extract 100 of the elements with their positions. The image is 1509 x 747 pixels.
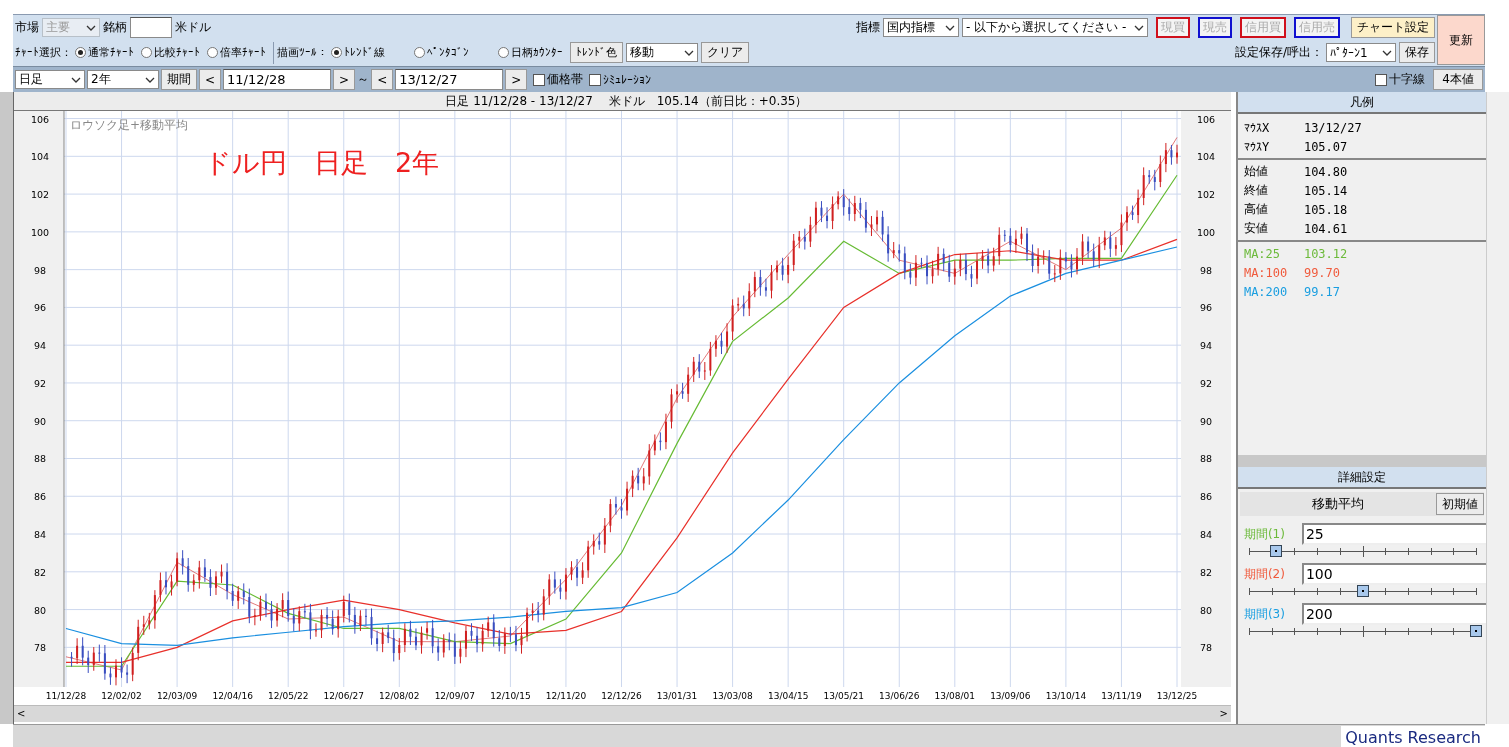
caret-icon <box>1134 24 1144 31</box>
axis-label: 100 <box>1196 226 1215 238</box>
start-date-field[interactable]: 11/12/28 <box>223 69 332 90</box>
save-button[interactable]: 保存 <box>1399 42 1435 63</box>
axis-label: 78 <box>1199 642 1212 654</box>
interval-select[interactable]: 日足 <box>15 70 85 89</box>
previous-button[interactable]: < <box>371 69 394 90</box>
legend-value: 105.14 <box>1303 183 1348 198</box>
legend-title: 凡例 <box>1237 92 1487 114</box>
period-field[interactable]: 100 <box>1301 563 1487 585</box>
axis-label: 12/08/02 <box>379 691 420 701</box>
legend-value: 104.61 <box>1303 221 1348 236</box>
range-separator: ～ <box>357 71 370 88</box>
period-label: 期間(3) <box>1243 605 1286 623</box>
radio-button[interactable]: ﾄﾚﾝﾄﾞ線 <box>331 45 385 60</box>
axis-label: 80 <box>1199 604 1212 616</box>
axis-label: 94 <box>33 340 46 352</box>
next-button[interactable]: > <box>333 69 356 90</box>
radio-button[interactable]: 比較ﾁｬｰﾄ <box>141 45 200 60</box>
axis-label: 86 <box>33 491 46 503</box>
four-values-button[interactable]: 4本値 <box>1433 69 1483 90</box>
axis-label: 104 <box>30 151 49 163</box>
axis-label: 98 <box>33 264 46 276</box>
symbol-label: 銘柄 <box>103 19 127 36</box>
axis-label: 12/10/15 <box>490 691 531 701</box>
axis-label: 102 <box>1196 189 1215 201</box>
axis-label: 13/01/31 <box>656 691 698 701</box>
trend-color-button[interactable]: ﾄﾚﾝﾄﾞ色 <box>570 42 623 63</box>
reset-button[interactable]: 初期値 <box>1436 493 1485 515</box>
legend-value: 13/12/27 <box>1303 120 1362 135</box>
refresh-button[interactable]: 更新 <box>1437 15 1485 65</box>
caret-icon <box>145 76 155 83</box>
radio-button[interactable]: 倍率ﾁｬｰﾄ <box>207 45 266 60</box>
legend-value: 105.07 <box>1303 139 1348 154</box>
chart-header: 日足 11/12/28 - 13/12/27 米ドル 105.14（前日比：+0.35） <box>13 92 1231 111</box>
period-field[interactable]: 25 <box>1301 523 1487 545</box>
slider-thumb[interactable] <box>1270 545 1283 557</box>
axis-label: 12/06/27 <box>323 691 364 701</box>
axis-label: 13/11/19 <box>1101 691 1142 701</box>
span-select[interactable]: 2年 <box>87 70 159 89</box>
axis-label: 78 <box>33 642 46 654</box>
axis-label: 104 <box>1196 151 1215 163</box>
moving-average-tab[interactable]: 移動平均 <box>1239 495 1437 513</box>
period-label: 期間(1) <box>1243 525 1286 543</box>
previous-button[interactable]: < <box>199 69 222 90</box>
axis-label: 88 <box>33 453 46 465</box>
radio-button[interactable]: 通常ﾁｬｰﾄ <box>75 45 134 60</box>
radio-button[interactable]: ﾍﾟﾝﾀｺﾞﾝ <box>414 46 469 59</box>
checkbox[interactable]: 十字線 <box>1375 71 1425 88</box>
axis-label: 80 <box>33 604 46 616</box>
caret-icon <box>945 24 955 31</box>
legend-label: MA:25 <box>1243 246 1282 261</box>
move-select[interactable]: 移動 <box>626 43 698 62</box>
legend-value: 99.70 <box>1303 265 1341 280</box>
horizontal-scrollbar[interactable]: < > <box>13 705 1231 722</box>
legend-value: 99.17 <box>1303 284 1341 299</box>
axis-label: 12/11/20 <box>545 691 587 701</box>
legend-label: MA:200 <box>1243 284 1289 299</box>
market-label: 市場 <box>15 19 39 36</box>
legend-value: 104.80 <box>1303 164 1348 179</box>
clear-button[interactable]: クリア <box>701 42 749 63</box>
axis-label: 13/08/01 <box>934 691 975 701</box>
symbol-field[interactable] <box>130 17 172 38</box>
slider-thumb[interactable] <box>1356 585 1369 597</box>
axis-label: 102 <box>30 189 49 201</box>
axis-label: 92 <box>33 377 46 389</box>
indicator-select[interactable]: 国内指標 <box>883 18 959 37</box>
radio-button[interactable]: 日柄ｶｳﾝﾀｰ <box>498 45 563 60</box>
axis-label: 82 <box>1199 566 1212 578</box>
slider-thumb[interactable] <box>1470 625 1483 637</box>
axis-label: 96 <box>33 302 46 314</box>
axis-label: 12/05/22 <box>267 691 309 701</box>
legend-label: ﾏｳｽY <box>1243 139 1271 154</box>
indicator-sub-select[interactable]: - 以下から選択してください - <box>962 18 1148 37</box>
axis-label: 12/04/16 <box>212 691 253 701</box>
axis-label: 90 <box>1199 415 1212 427</box>
axis-label: 13/09/06 <box>990 691 1031 701</box>
legend-label: 安値 <box>1243 220 1269 237</box>
axis-label: 84 <box>1199 529 1212 541</box>
axis-label: 94 <box>1199 340 1212 352</box>
axis-label: 13/03/08 <box>712 691 753 701</box>
next-button[interactable]: > <box>505 69 528 90</box>
legend-value: 105.18 <box>1303 202 1348 217</box>
legend-value: 103.12 <box>1303 246 1348 261</box>
period-field[interactable]: 200 <box>1301 603 1487 625</box>
axis-label: 11/12/28 <box>45 691 87 701</box>
axis-label: 12/03/09 <box>156 691 198 701</box>
checkbox[interactable]: 価格帯 <box>533 71 584 88</box>
axis-label: 88 <box>1199 453 1212 465</box>
vertical-scrollbar[interactable] <box>1486 92 1509 724</box>
checkbox[interactable]: ｼﾐｭﾚｰｼｮﾝ <box>589 72 652 87</box>
axis-label: 82 <box>33 566 46 578</box>
chart-select-label: ﾁｬｰﾄ選択： <box>15 45 72 60</box>
axis-label: 106 <box>30 113 49 125</box>
axis-label: 13/04/15 <box>767 691 809 701</box>
end-date-field[interactable]: 13/12/27 <box>395 69 504 90</box>
pattern-select[interactable]: ﾊﾟﾀｰﾝ1 <box>1326 43 1396 62</box>
period-button[interactable]: 期間 <box>161 69 197 90</box>
chart-settings-button[interactable]: チャート設定 <box>1351 17 1435 38</box>
caret-icon <box>86 24 96 31</box>
